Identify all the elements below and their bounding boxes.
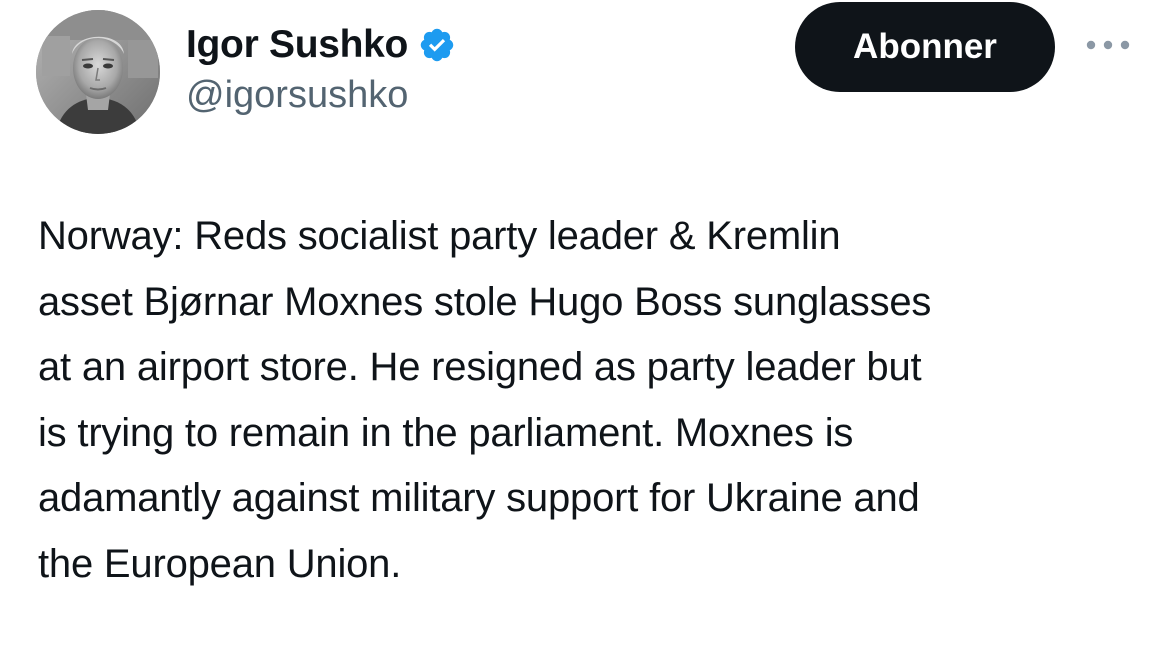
profile-photo [36,10,160,134]
tweet-text-line: the European Union. [38,541,402,586]
author-name-row[interactable]: Igor Sushko [186,20,456,70]
follow-button[interactable]: Abonner [795,2,1055,92]
tweet-text-line: adamantly against military support for U… [38,476,920,520]
tweet-text: Norway: Reds socialist party leader & Kr… [38,204,1148,597]
tweet-text-line: Norway: Reds socialist party leader & Kr… [38,214,841,258]
more-options-icon[interactable] [1082,28,1134,62]
author-display-name[interactable]: Igor Sushko [186,23,408,67]
verified-badge-icon[interactable] [418,26,456,64]
author-handle[interactable]: @igorsushko [186,74,408,117]
avatar[interactable] [36,10,160,134]
tweet-text-line: is trying to remain in the parliament. M… [38,410,854,455]
tweet-text-line: at an airport store. He resigned as part… [38,345,922,389]
tweet-text-line: asset Bjørnar Moxnes stole Hugo Boss sun… [38,279,932,324]
